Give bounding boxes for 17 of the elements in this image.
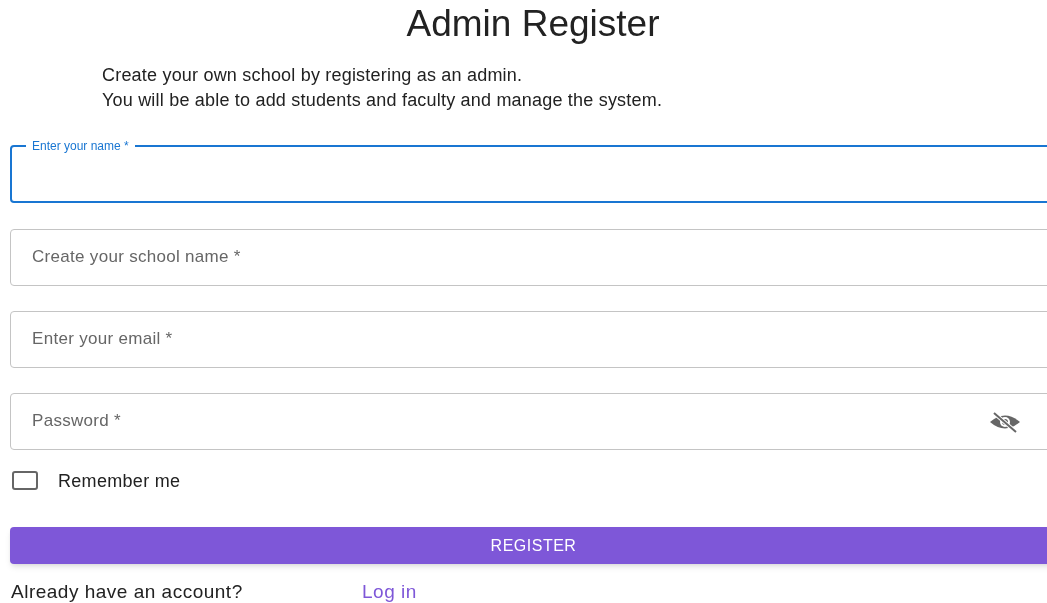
checkbox[interactable] <box>12 471 38 490</box>
input-field[interactable]: Enter your email * <box>10 311 1047 368</box>
register-button[interactable]: REGISTER <box>10 527 1047 564</box>
field-label: Create your school name * <box>32 247 241 267</box>
page-title: Admin Register <box>405 2 661 46</box>
checkbox-label: Remember me <box>58 470 181 492</box>
input-field[interactable]: Create your school name * <box>10 229 1047 286</box>
field-label: Enter your email * <box>32 329 173 349</box>
input-field[interactable]: Password * <box>10 393 1047 450</box>
input-field[interactable]: Enter your name * <box>10 139 1047 203</box>
visibility-off-icon[interactable] <box>988 411 1022 433</box>
account-prompt: Already have an account? <box>11 581 243 603</box>
field-label: Enter your name * <box>31 139 130 153</box>
field-label: Password * <box>32 411 121 431</box>
description-text: You will be able to add students and faculty and manage the system. <box>102 89 663 112</box>
login-link[interactable]: Log in <box>362 581 417 603</box>
description-text: Create your own school by registering as an admin. <box>102 64 523 87</box>
